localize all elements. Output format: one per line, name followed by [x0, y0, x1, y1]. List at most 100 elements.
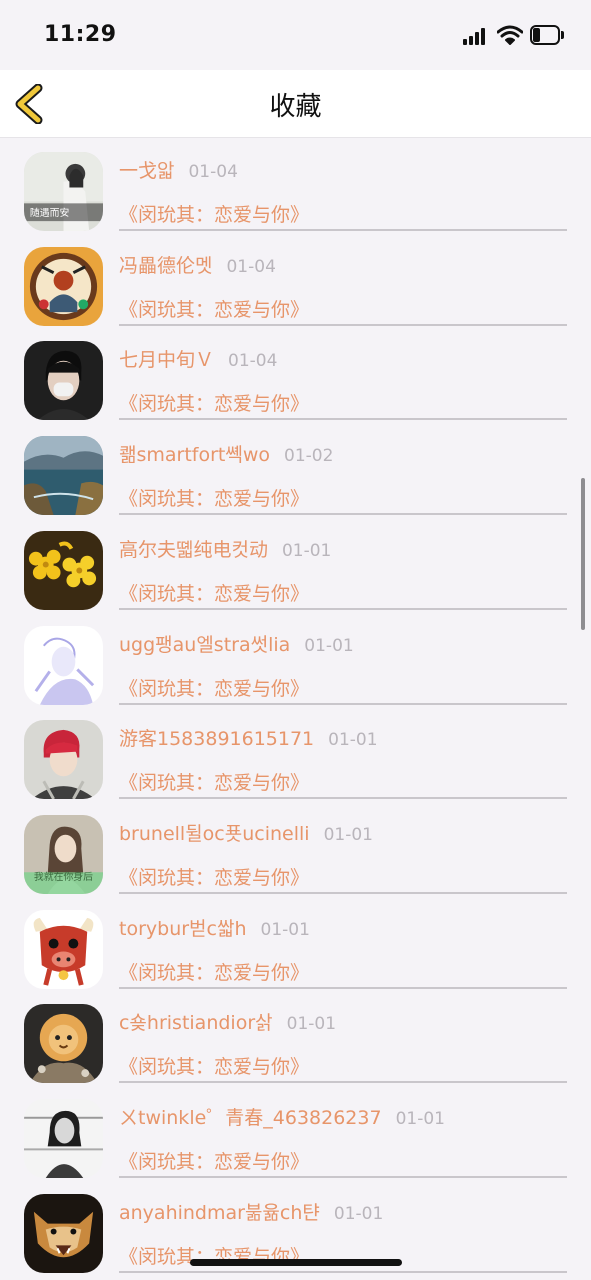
page-title: 收藏 — [269, 92, 322, 122]
date: 01-01 — [328, 730, 378, 751]
favorite-row[interactable]: 冯畾德伦멧 01-04 《闵玧其：恋爱与你》 — [0, 233, 591, 328]
username[interactable]: anyahindmar붊윪ch탼 — [119, 1202, 320, 1224]
avatar[interactable] — [24, 720, 103, 800]
row-meta: brunell뒬oc푯ucinelli 01-01 — [119, 819, 373, 846]
row-meta: 一戈앏 01-04 — [119, 156, 238, 183]
book-title-link[interactable]: 《闵玧其：恋爱与你》 — [119, 295, 309, 322]
avatar[interactable] — [24, 1004, 103, 1084]
row-meta: 游客1583891615171 01-01 — [119, 724, 378, 751]
date: 01-01 — [395, 1109, 445, 1129]
username[interactable]: torybur벋c쌃h — [119, 918, 247, 940]
avatar[interactable] — [24, 530, 103, 610]
avatar[interactable] — [24, 625, 103, 705]
date: 01-01 — [281, 540, 332, 561]
date: 01-01 — [333, 1203, 384, 1224]
date: 01-04 — [228, 351, 278, 372]
row-meta: c숒hristiandior삵 01-01 — [119, 1008, 336, 1035]
avatar[interactable] — [24, 1193, 103, 1273]
date: 01-04 — [188, 162, 238, 182]
avatar-cartoon-bull-icon — [24, 909, 103, 989]
book-title-link[interactable]: 《闵玧其：恋爱与你》 — [119, 674, 309, 701]
favorite-row[interactable]: 쾖smartfort쎽wo 01-02 《闵玧其：恋爱与你》 — [0, 422, 591, 517]
favorite-row[interactable]: 七月中旬Ｖ 01-04 《闵玧其：恋爱与你》 — [0, 327, 591, 422]
row-meta: 高尔夫뗿纯电컷动 01-01 — [119, 535, 331, 562]
book-title-link[interactable]: 《闵玧其：恋爱与你》 — [119, 863, 309, 890]
favorites-list[interactable]: 随遇而安 一戈앏 01-04 《闵玧其：恋爱与你》 冯畾德伦멧 01-04 《闵玧其：恋爱与… — [0, 138, 591, 1280]
avatar-wolf-icon — [24, 1193, 103, 1273]
row-meta: 쾖smartfort쎽wo 01-02 — [119, 440, 333, 467]
row-meta: ㄨtwinkle゜青春_463826237 01-01 — [119, 1103, 445, 1130]
row-meta: torybur벋c쌃h 01-01 — [119, 914, 310, 941]
avatar[interactable]: 我就在你身后 — [24, 814, 103, 894]
date: 01-02 — [284, 446, 334, 467]
username[interactable]: 冯畾德伦멧 — [119, 255, 212, 277]
book-title-link[interactable]: 《闵玧其：恋爱与你》 — [119, 958, 309, 985]
row-meta: 七月中旬Ｖ 01-04 — [119, 345, 277, 372]
favorite-row[interactable]: torybur벋c쌃h 01-01 《闵玧其：恋爱与你》 — [0, 896, 591, 991]
divider — [119, 1081, 567, 1084]
username[interactable]: 游客1583891615171 — [119, 728, 314, 750]
username[interactable]: 七月中旬Ｖ — [119, 349, 214, 371]
username[interactable]: 一戈앏 — [119, 160, 174, 182]
avatar-caption: 我就在你身后 — [34, 870, 93, 883]
date: 01-01 — [286, 1014, 337, 1035]
divider — [119, 607, 567, 610]
avatar-red-hair-person-icon — [24, 720, 103, 800]
divider — [119, 797, 567, 800]
favorite-row[interactable]: 随遇而安 一戈앏 01-04 《闵玧其：恋爱与你》 — [0, 138, 591, 233]
divider — [119, 1270, 567, 1273]
book-title-link[interactable]: 《闵玧其：恋爱与你》 — [119, 200, 309, 227]
wifi-icon — [496, 25, 524, 45]
avatar[interactable] — [24, 436, 103, 516]
book-title-link[interactable]: 《闵玧其：恋爱与你》 — [119, 768, 309, 795]
avatar-artwork-icon — [24, 246, 103, 326]
divider — [119, 229, 567, 231]
avatar[interactable] — [24, 1099, 103, 1178]
date: 01-01 — [260, 919, 310, 940]
book-title-link[interactable]: 《闵玧其：恋爱与你》 — [119, 1147, 309, 1174]
row-meta: anyahindmar붊윪ch탼 01-01 — [119, 1198, 383, 1225]
avatar[interactable] — [24, 246, 103, 326]
divider — [119, 323, 567, 326]
book-title-link[interactable]: 《闵玧其：恋爱与你》 — [119, 1052, 309, 1079]
nav-bar: 收藏 — [0, 70, 591, 138]
avatar-bw-girl-icon — [24, 1099, 103, 1178]
favorite-row[interactable]: 高尔夫뗿纯电컷动 01-01 《闵玧其：恋爱与你》 — [0, 517, 591, 612]
favorite-row[interactable]: 游客1583891615171 01-01 《闵玧其：恋爱与你》 — [0, 706, 591, 801]
date: 01-01 — [304, 635, 354, 656]
username[interactable]: brunell뒬oc푯ucinelli — [119, 823, 310, 845]
avatar[interactable] — [24, 341, 103, 421]
avatar-caption: 随遇而安 — [30, 206, 70, 219]
book-title-link[interactable]: 《闵玧其：恋爱与你》 — [119, 389, 309, 416]
signal-icon — [463, 27, 489, 45]
username[interactable]: ugg팽au엘stra썻lia — [119, 634, 290, 656]
book-title-link[interactable]: 《闵玧其：恋爱与你》 — [119, 579, 309, 606]
row-meta: ugg팽au엘stra썻lia 01-01 — [119, 630, 354, 657]
avatar-girl-green-icon: 我就在你身后 — [24, 814, 103, 894]
username[interactable]: c숒hristiandior삵 — [119, 1012, 273, 1034]
divider — [119, 702, 567, 705]
avatar[interactable] — [24, 909, 103, 989]
username[interactable]: 高尔夫뗿纯电컷动 — [119, 539, 268, 561]
divider — [119, 986, 567, 989]
divider — [119, 1176, 567, 1178]
avatar-yellow-flowers-icon — [24, 530, 103, 610]
username[interactable]: 쾖smartfort쎽wo — [119, 444, 270, 466]
home-indicator[interactable] — [190, 1259, 402, 1266]
scrollbar[interactable] — [581, 478, 585, 630]
favorite-row[interactable]: c숒hristiandior삵 01-01 《闵玧其：恋爱与你》 — [0, 990, 591, 1085]
battery-icon — [530, 25, 564, 45]
avatar-lion-cat-icon — [24, 1004, 103, 1084]
date: 01-01 — [323, 824, 373, 845]
favorite-row[interactable]: 我就在你身后 brunell뒬oc푯ucinelli 01-01 《闵玧其：恋爱与你》 — [0, 801, 591, 896]
status-bar: 11:29 — [0, 0, 591, 70]
favorite-row[interactable]: ㄨtwinkle゜青春_463826237 01-01 《闵玧其：恋爱与你》 — [0, 1085, 591, 1180]
divider — [119, 891, 567, 894]
divider — [119, 418, 567, 421]
book-title-link[interactable]: 《闵玧其：恋爱与你》 — [119, 484, 309, 511]
status-time: 11:29 — [44, 22, 117, 47]
date: 01-04 — [226, 256, 276, 277]
avatar[interactable]: 随遇而安 — [24, 152, 103, 231]
favorite-row[interactable]: ugg팽au엘stra썻lia 01-01 《闵玧其：恋爱与你》 — [0, 612, 591, 707]
username[interactable]: ㄨtwinkle゜青春_463826237 — [119, 1107, 382, 1129]
